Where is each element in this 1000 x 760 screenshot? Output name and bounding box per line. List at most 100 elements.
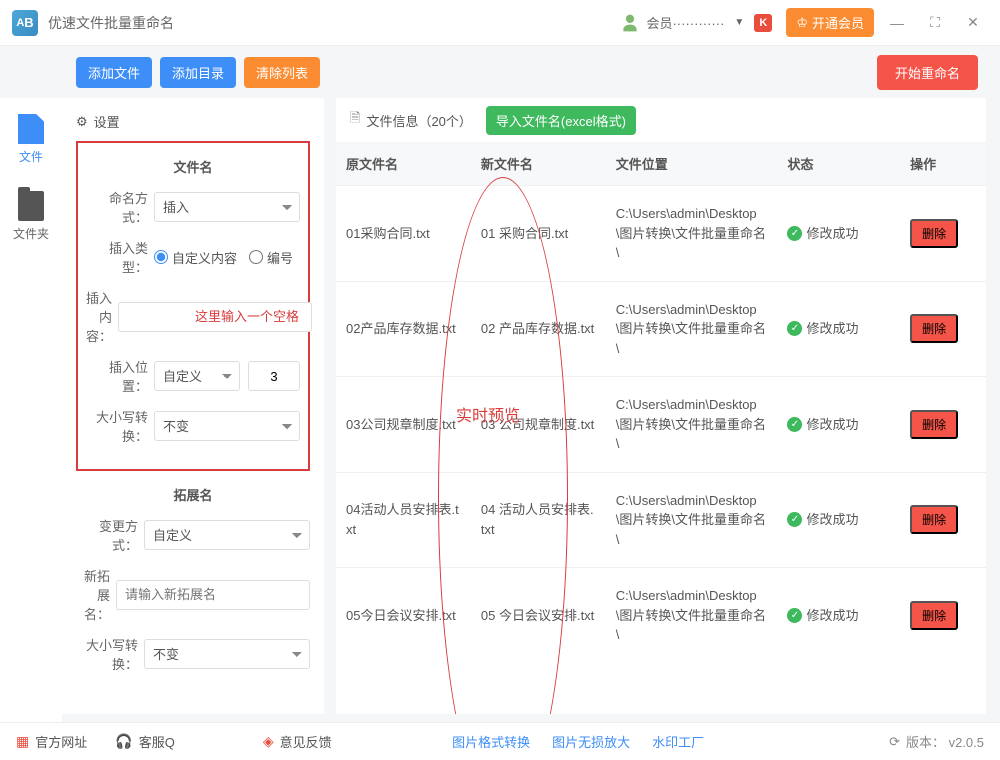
table-row: 05今日会议安排.txt05 今日会议安排.txtC:\Users\admin\… xyxy=(336,568,986,663)
official-site-label: 官方网址 xyxy=(35,732,87,751)
titlebar: AB 优速文件批量重命名 会员············ ▼ K ♔开通会员 — … xyxy=(0,0,1000,46)
cell-orig: 05今日会议安排.txt xyxy=(336,568,471,663)
quick-link-2[interactable]: 图片无损放大 xyxy=(552,732,630,751)
insert-pos-label: 插入位置： xyxy=(86,357,154,395)
file-info-label: 文件信息（20个） xyxy=(366,111,471,130)
case-label: 大小写转换： xyxy=(86,407,154,445)
rail-folder-label: 文件夹 xyxy=(13,225,49,242)
support-link[interactable]: 🎧 客服Q xyxy=(115,732,175,751)
minimize-button[interactable]: — xyxy=(882,8,912,38)
cell-op: 删除 xyxy=(900,472,986,568)
official-site-link[interactable]: ▦ 官方网址 xyxy=(16,732,87,751)
import-excel-button[interactable]: 导入文件名(excel格式) xyxy=(486,106,636,135)
globe-icon: ▦ xyxy=(16,733,29,750)
check-icon: ✓ xyxy=(787,608,802,623)
cell-status: ✓修改成功 xyxy=(777,568,900,663)
footer: ▦ 官方网址 🎧 客服Q ◈ 意见反馈 图片格式转换 图片无损放大 水印工厂 ⟳版本：… xyxy=(0,722,1000,760)
delete-button[interactable]: 删除 xyxy=(910,410,958,439)
insert-type-custom-radio[interactable]: 自定义内容 xyxy=(154,248,237,267)
add-dir-button[interactable]: 添加目录 xyxy=(160,57,236,88)
new-ext-label: 新拓展名： xyxy=(76,566,116,623)
case2-select[interactable]: 不变 xyxy=(144,639,310,669)
delete-button[interactable]: 删除 xyxy=(910,601,958,630)
cell-op: 删除 xyxy=(900,186,986,282)
rail-item-folder[interactable]: 文件夹 xyxy=(13,191,49,242)
table-row: 03公司规章制度.txt03 公司规章制度.txtC:\Users\admin\… xyxy=(336,377,986,473)
feedback-link[interactable]: ◈ 意见反馈 xyxy=(263,732,332,751)
insert-type-number-radio[interactable]: 编号 xyxy=(249,248,293,267)
check-icon: ✓ xyxy=(787,321,802,336)
case-select[interactable]: 不变 xyxy=(154,411,300,441)
cell-new: 04 活动人员安排表.txt xyxy=(471,472,606,568)
cell-path: C:\Users\admin\Desktop\图片转换\文件批量重命名\ xyxy=(606,281,778,377)
filename-section-title: 文件名 xyxy=(86,157,300,176)
cell-status: ✓修改成功 xyxy=(777,377,900,473)
vip-button-label: 开通会员 xyxy=(812,13,864,32)
delete-button[interactable]: 删除 xyxy=(910,505,958,534)
case2-label: 大小写转换： xyxy=(76,635,144,673)
cell-path: C:\Users\admin\Desktop\图片转换\文件批量重命名\ xyxy=(606,472,778,568)
cell-orig: 03公司规章制度.txt xyxy=(336,377,471,473)
insert-content-input[interactable] xyxy=(118,302,312,332)
insert-type-custom-label: 自定义内容 xyxy=(172,248,237,267)
app-title: 优速文件批量重命名 xyxy=(48,13,174,33)
document-icon: 🗎 xyxy=(350,109,360,131)
cell-path: C:\Users\admin\Desktop\图片转换\文件批量重命名\ xyxy=(606,186,778,282)
naming-mode-select[interactable]: 插入 xyxy=(154,192,300,222)
file-list-panel: 🗎 文件信息（20个） 导入文件名(excel格式) 原文件名 新文件名 文件位… xyxy=(336,98,986,714)
filename-settings-group: 文件名 命名方式： 插入 插入类型： 自定义内容 编号 插入内容： xyxy=(76,141,310,471)
start-rename-button[interactable]: 开始重命名 xyxy=(877,55,978,90)
support-label: 客服Q xyxy=(139,732,175,751)
table-row: 04活动人员安排表.txt04 活动人员安排表.txtC:\Users\admi… xyxy=(336,472,986,568)
headset-icon: 🎧 xyxy=(115,733,132,750)
feedback-label: 意见反馈 xyxy=(280,732,332,751)
new-ext-input[interactable] xyxy=(116,580,310,610)
naming-mode-label: 命名方式： xyxy=(86,188,154,226)
close-button[interactable]: ✕ xyxy=(958,8,988,38)
insert-pos-select[interactable]: 自定义 xyxy=(154,361,240,391)
rail-item-file[interactable]: 文件 xyxy=(18,114,44,165)
toolbar: 添加文件 添加目录 清除列表 开始重命名 xyxy=(0,46,1000,98)
folder-icon xyxy=(18,191,44,221)
cell-path: C:\Users\admin\Desktop\图片转换\文件批量重命名\ xyxy=(606,568,778,663)
app-logo-icon: AB xyxy=(12,10,38,36)
cell-status: ✓修改成功 xyxy=(777,472,900,568)
th-original-name: 原文件名 xyxy=(336,142,471,186)
user-avatar-icon xyxy=(620,13,640,33)
quick-link-1[interactable]: 图片格式转换 xyxy=(452,732,530,751)
check-icon: ✓ xyxy=(787,512,802,527)
settings-panel: ⚙设置 文件名 命名方式： 插入 插入类型： 自定义内容 编号 插入内容： xyxy=(62,98,324,714)
rail-file-label: 文件 xyxy=(19,148,43,165)
table-row: 01采购合同.txt01 采购合同.txtC:\Users\admin\Desk… xyxy=(336,186,986,282)
k-brand-icon[interactable]: K xyxy=(754,14,772,32)
feedback-icon: ◈ xyxy=(263,733,274,750)
quick-link-3[interactable]: 水印工厂 xyxy=(652,732,704,751)
delete-button[interactable]: 删除 xyxy=(910,219,958,248)
cell-new: 05 今日会议安排.txt xyxy=(471,568,606,663)
file-icon xyxy=(18,114,44,144)
cell-op: 删除 xyxy=(900,281,986,377)
left-rail: 文件 文件夹 xyxy=(0,98,62,722)
version-label: ⟳版本： v2.0.5 xyxy=(889,732,984,751)
cell-op: 删除 xyxy=(900,568,986,663)
refresh-icon[interactable]: ⟳ xyxy=(889,734,900,750)
file-table-scroll[interactable]: 原文件名 新文件名 文件位置 状态 操作 01采购合同.txt01 采购合同.t… xyxy=(336,142,986,714)
settings-header: ⚙设置 xyxy=(76,112,310,131)
change-mode-select[interactable]: 自定义 xyxy=(144,520,310,550)
th-new-name: 新文件名 xyxy=(471,142,606,186)
file-table: 原文件名 新文件名 文件位置 状态 操作 01采购合同.txt01 采购合同.t… xyxy=(336,142,986,663)
insert-pos-number[interactable] xyxy=(248,361,300,391)
vip-button[interactable]: ♔开通会员 xyxy=(786,8,874,37)
th-status: 状态 xyxy=(777,142,900,186)
user-dropdown-icon[interactable]: ▼ xyxy=(734,17,744,28)
check-icon: ✓ xyxy=(787,417,802,432)
check-icon: ✓ xyxy=(787,226,802,241)
user-label: 会员············ xyxy=(646,13,724,32)
insert-content-label: 插入内容： xyxy=(86,288,118,345)
delete-button[interactable]: 删除 xyxy=(910,314,958,343)
th-operation: 操作 xyxy=(900,142,986,186)
maximize-button[interactable]: ⛶ xyxy=(920,8,950,38)
cell-orig: 02产品库存数据.txt xyxy=(336,281,471,377)
clear-list-button[interactable]: 清除列表 xyxy=(244,57,320,88)
add-file-button[interactable]: 添加文件 xyxy=(76,57,152,88)
